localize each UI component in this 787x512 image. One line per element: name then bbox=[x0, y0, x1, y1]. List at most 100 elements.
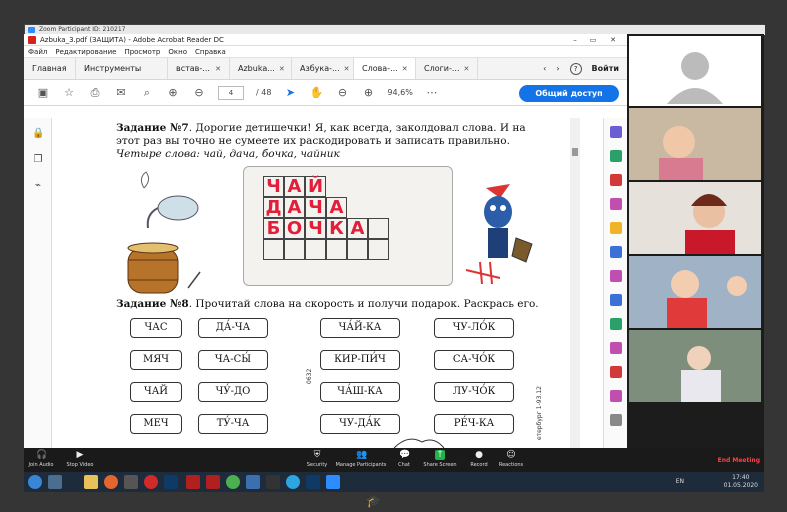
firefox-icon[interactable] bbox=[104, 475, 118, 489]
tab-scroll-right-icon[interactable]: › bbox=[556, 64, 559, 73]
menu-edit[interactable]: Редактирование bbox=[55, 46, 116, 57]
video-tile-child-2[interactable] bbox=[629, 330, 761, 402]
grid-letter: А bbox=[287, 197, 302, 218]
grid-letter: К bbox=[329, 218, 344, 239]
windows-taskbar: EN 17:40 01.05.2020 bbox=[24, 472, 764, 492]
zoom-level[interactable]: 94,6% bbox=[387, 88, 412, 97]
menu-view[interactable]: Просмотр bbox=[124, 46, 160, 57]
tab-doc-3[interactable]: Азбука-... ✕ bbox=[292, 58, 354, 79]
tab-scroll-left-icon[interactable]: ‹ bbox=[543, 64, 546, 73]
reactions-button[interactable]: ☺ Reactions bbox=[496, 450, 526, 468]
taskbar-clock[interactable]: 17:40 01.05.2020 bbox=[724, 474, 758, 490]
chrome-icon[interactable] bbox=[226, 475, 240, 489]
taskbar-app-icon[interactable] bbox=[48, 475, 62, 489]
tab-doc-1[interactable]: встав-... ✕ bbox=[168, 58, 230, 79]
record-button[interactable]: ● Record bbox=[466, 450, 492, 468]
more-tools-rail-icon[interactable] bbox=[610, 366, 622, 378]
close-tab-icon[interactable]: ✕ bbox=[279, 65, 285, 73]
taskbar-app-icon[interactable] bbox=[266, 475, 280, 489]
join-audio-button[interactable]: 🎧 Join Audio bbox=[26, 450, 56, 468]
word-box: ЧА́Й-КА bbox=[320, 318, 400, 338]
vertical-scrollbar[interactable] bbox=[570, 118, 580, 448]
print-icon[interactable]: ⎙ bbox=[88, 86, 102, 100]
zoom-taskbar-icon[interactable] bbox=[326, 475, 340, 489]
chat-button[interactable]: 💬 Chat bbox=[392, 450, 416, 468]
menu-file[interactable]: Файл bbox=[28, 46, 47, 57]
close-tab-icon[interactable]: ✕ bbox=[215, 65, 221, 73]
close-button[interactable]: ✕ bbox=[606, 36, 620, 44]
tab-doc-4[interactable]: Слова-... ✕ bbox=[354, 58, 416, 79]
close-tab-icon[interactable]: ✕ bbox=[402, 65, 408, 73]
tab-doc-5[interactable]: Слоги-... ✕ bbox=[416, 58, 478, 79]
collapse-rail-icon[interactable] bbox=[610, 414, 622, 426]
headphones-icon: 🎧 bbox=[36, 450, 48, 460]
word-box: ЧА-СЫ́ bbox=[198, 350, 268, 370]
opera-icon[interactable] bbox=[144, 475, 158, 489]
word-box: ЧУ́-ДО bbox=[198, 382, 268, 402]
attachment-icon[interactable]: ⌁ bbox=[32, 180, 44, 192]
more-tools-icon[interactable]: ⋯ bbox=[425, 86, 439, 100]
start-button-icon[interactable] bbox=[28, 475, 42, 489]
acrobat-taskbar-icon[interactable] bbox=[186, 475, 200, 489]
share-button[interactable]: Общий доступ bbox=[519, 85, 619, 102]
zoom-search-icon[interactable]: ⌕ bbox=[140, 86, 154, 100]
maximize-button[interactable]: ▭ bbox=[586, 36, 600, 44]
select-cursor-icon[interactable]: ➤ bbox=[283, 86, 297, 100]
fill-sign-icon[interactable] bbox=[610, 270, 622, 282]
photoshop-icon[interactable] bbox=[164, 475, 178, 489]
video-tile-child-1[interactable] bbox=[629, 108, 761, 180]
security-button[interactable]: ⛨ Security bbox=[302, 450, 332, 468]
keyboard-language[interactable]: EN bbox=[676, 478, 684, 485]
email-icon[interactable]: ✉ bbox=[114, 86, 128, 100]
word-box: КИР-ПИ́Ч bbox=[320, 350, 400, 370]
zoom-in-icon[interactable]: ⊕ bbox=[361, 86, 375, 100]
help-icon[interactable]: ? bbox=[569, 62, 582, 75]
graduation-cap-icon: 🎓 bbox=[366, 494, 381, 508]
stop-video-button[interactable]: ▶ Stop Video bbox=[62, 450, 98, 468]
video-tile-host[interactable] bbox=[629, 36, 761, 106]
menu-help[interactable]: Справка bbox=[195, 46, 226, 57]
close-tab-icon[interactable]: ✕ bbox=[344, 65, 350, 73]
tab-tools[interactable]: Инструменты bbox=[76, 58, 168, 79]
tab-home[interactable]: Главная bbox=[24, 58, 76, 79]
save-icon[interactable]: ▣ bbox=[36, 86, 50, 100]
grid-letter: Ч bbox=[308, 218, 323, 239]
video-tile-teacher[interactable] bbox=[629, 182, 761, 254]
acrobat-taskbar-icon[interactable] bbox=[206, 475, 220, 489]
zoom-tool-icon[interactable] bbox=[610, 126, 622, 138]
video-tile-children[interactable] bbox=[629, 256, 761, 328]
sign-icon[interactable] bbox=[610, 390, 622, 402]
word-icon[interactable] bbox=[246, 475, 260, 489]
telegram-icon[interactable] bbox=[286, 475, 300, 489]
file-explorer-icon[interactable] bbox=[84, 475, 98, 489]
photoshop-icon[interactable] bbox=[306, 475, 320, 489]
pages-icon[interactable]: ❐ bbox=[32, 154, 44, 166]
create-pdf-icon[interactable] bbox=[610, 174, 622, 186]
share-screen-button[interactable]: ↑ Share Screen bbox=[420, 450, 460, 468]
comment-icon[interactable] bbox=[610, 222, 622, 234]
end-meeting-button[interactable]: End Meeting bbox=[718, 457, 760, 464]
hand-tool-icon[interactable]: ✋ bbox=[309, 86, 324, 100]
send-for-signature-icon[interactable] bbox=[610, 342, 622, 354]
minimize-button[interactable]: – bbox=[568, 36, 582, 44]
close-tab-icon[interactable]: ✕ bbox=[464, 65, 470, 73]
page-down-icon[interactable]: ⊖ bbox=[192, 86, 206, 100]
scrollbar-thumb[interactable] bbox=[572, 148, 578, 156]
manage-participants-button[interactable]: 👥 Manage Participants bbox=[334, 450, 388, 468]
lock-icon[interactable]: 🔒 bbox=[32, 128, 44, 140]
protect-icon[interactable] bbox=[610, 294, 622, 306]
bookmark-star-icon[interactable]: ☆ bbox=[62, 86, 76, 100]
combine-files-icon[interactable] bbox=[610, 246, 622, 258]
export-pdf-icon[interactable] bbox=[610, 150, 622, 162]
taskbar-app-icon[interactable] bbox=[124, 475, 138, 489]
signin-button[interactable]: Войти bbox=[592, 64, 619, 73]
edit-pdf-icon[interactable] bbox=[610, 198, 622, 210]
right-tools-rail bbox=[603, 118, 627, 448]
zoom-out-icon[interactable]: ⊖ bbox=[335, 86, 349, 100]
page-number-input[interactable]: 4 bbox=[218, 85, 244, 100]
compress-icon[interactable] bbox=[610, 318, 622, 330]
tab-doc-2[interactable]: Azbuka... ✕ bbox=[230, 58, 292, 79]
menu-window[interactable]: Окно bbox=[168, 46, 187, 57]
side-note: етербург 1-93.12 bbox=[536, 386, 543, 440]
page-up-icon[interactable]: ⊕ bbox=[166, 86, 180, 100]
